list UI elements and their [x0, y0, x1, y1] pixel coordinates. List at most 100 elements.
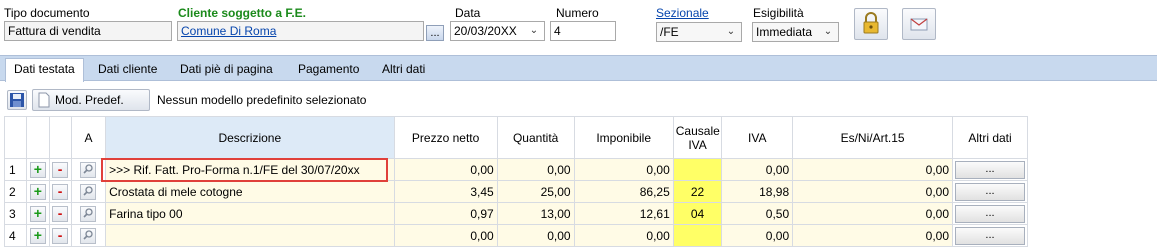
numero-field[interactable]: 4 — [550, 21, 616, 41]
cliente-link[interactable]: Comune Di Roma — [181, 24, 276, 38]
remove-row-button[interactable]: - — [48, 202, 72, 225]
cell-imponibile[interactable]: 0,00 — [573, 224, 674, 247]
sezionale-select[interactable]: /FE ⌄ — [656, 22, 742, 42]
cell-prezzo-netto[interactable]: 0,00 — [393, 224, 498, 247]
table-row[interactable]: 4 + -0,00 0,00 0,00 0,00 0,00... — [3, 224, 1028, 247]
cliente-browse-button[interactable]: ... — [426, 25, 444, 41]
chevron-down-icon[interactable]: ⌄ — [526, 24, 542, 38]
cell-iva[interactable]: 0,00 — [721, 158, 794, 181]
search-article-button[interactable] — [70, 202, 107, 225]
remove-row-button[interactable]: - — [48, 180, 72, 203]
cell-iva[interactable]: 18,98 — [721, 180, 794, 203]
col-header-imponibile[interactable]: Imponibile — [573, 116, 674, 159]
sezionale-link[interactable]: Sezionale — [656, 6, 709, 20]
chevron-down-icon[interactable]: ⌄ — [820, 25, 836, 39]
magnifier-icon — [80, 183, 97, 200]
cell-imponibile[interactable]: 0,00 — [573, 158, 674, 181]
data-field[interactable]: 20/03/20XX ⌄ — [450, 21, 545, 41]
tab-bar: Dati testata Dati cliente Dati piè di pa… — [0, 55, 1157, 82]
plus-icon: + — [29, 227, 46, 244]
righe-documento-grid: A Descrizione Prezzo netto Quantità Impo… — [3, 116, 1028, 247]
cell-quantita[interactable]: 25,00 — [496, 180, 575, 203]
cell-descrizione[interactable] — [105, 224, 395, 247]
cell-descrizione[interactable]: Crostata di mele cotogne — [105, 180, 395, 203]
cell-causale-iva[interactable] — [672, 224, 723, 247]
envelope-icon — [910, 18, 928, 31]
cell-quantita[interactable]: 13,00 — [496, 202, 575, 225]
remove-row-button[interactable]: - — [48, 158, 72, 181]
search-article-button[interactable] — [70, 158, 107, 181]
col-header-quantita[interactable]: Quantità — [496, 116, 575, 159]
tab-pagamento[interactable]: Pagamento — [290, 59, 367, 81]
esigibilita-select[interactable]: Immediata ⌄ — [752, 22, 839, 42]
cell-altri-dati: ... — [952, 180, 1028, 203]
cell-causale-iva[interactable]: 04 — [672, 202, 723, 225]
col-header-iva[interactable]: IVA — [721, 116, 794, 159]
cell-es-ni-art15[interactable]: 0,00 — [792, 224, 954, 247]
cell-iva[interactable]: 0,50 — [721, 202, 794, 225]
col-header-descrizione[interactable]: Descrizione — [105, 116, 395, 159]
mod-predef-button[interactable]: Mod. Predef. — [32, 89, 150, 111]
col-header-es-ni-art15[interactable]: Es/Ni/Art.15 — [792, 116, 954, 159]
cliente-label: Cliente soggetto a F.E. — [178, 6, 307, 20]
cell-es-ni-art15[interactable]: 0,00 — [792, 180, 954, 203]
minus-icon: - — [52, 205, 69, 222]
cell-es-ni-art15[interactable]: 0,00 — [792, 202, 954, 225]
tab-altri-dati[interactable]: Altri dati — [374, 59, 433, 81]
magnifier-icon — [80, 161, 97, 178]
mail-button[interactable] — [902, 8, 936, 40]
cell-descrizione[interactable]: Farina tipo 00 — [105, 202, 395, 225]
grid-toolbar: Mod. Predef. Nessun modello predefinito … — [0, 88, 700, 112]
cell-imponibile[interactable]: 12,61 — [573, 202, 674, 225]
add-row-button[interactable]: + — [26, 158, 50, 181]
cell-es-ni-art15[interactable]: 0,00 — [792, 158, 954, 181]
altri-dati-button[interactable]: ... — [955, 182, 1025, 201]
cell-causale-iva[interactable] — [672, 158, 723, 181]
cell-causale-iva[interactable]: 22 — [672, 180, 723, 203]
plus-icon: + — [29, 161, 46, 178]
magnifier-icon — [80, 227, 97, 244]
chevron-down-icon[interactable]: ⌄ — [723, 25, 739, 39]
cell-descrizione[interactable]: >>> Rif. Fatt. Pro-Forma n.1/FE del 30/0… — [105, 158, 395, 181]
cell-quantita[interactable]: 0,00 — [496, 224, 575, 247]
cliente-field[interactable]: Comune Di Roma — [177, 21, 424, 41]
search-article-button[interactable] — [70, 180, 107, 203]
altri-dati-button[interactable]: ... — [955, 204, 1025, 223]
search-article-button[interactable] — [70, 224, 107, 247]
table-row[interactable]: 1 + - >>> Rif. Fatt. Pro-Forma n.1/FE del 3… — [3, 158, 1028, 181]
cell-quantita[interactable]: 0,00 — [496, 158, 575, 181]
lock-button[interactable] — [854, 8, 888, 40]
remove-row-button[interactable]: - — [48, 224, 72, 247]
row-number: 1 — [3, 158, 28, 181]
table-row[interactable]: 3 + - Farina tipo 00 0,97 13,00 12,61 04 0,50 0,0… — [3, 202, 1028, 225]
tab-dati-pie-di-pagina[interactable]: Dati piè di pagina — [172, 59, 281, 81]
minus-icon: - — [52, 183, 69, 200]
esigibilita-value: Immediata — [756, 25, 813, 39]
cell-altri-dati: ... — [952, 224, 1028, 247]
save-button[interactable] — [7, 90, 27, 110]
add-row-button[interactable]: + — [26, 180, 50, 203]
col-header-causale-iva[interactable]: Causale IVA — [672, 116, 723, 159]
cell-imponibile[interactable]: 86,25 — [573, 180, 674, 203]
altri-dati-button[interactable]: ... — [955, 160, 1025, 179]
data-label: Data — [455, 6, 481, 20]
col-header-a[interactable]: A — [70, 116, 107, 159]
add-row-button[interactable]: + — [26, 202, 50, 225]
row-number: 4 — [3, 224, 28, 247]
col-header-prezzo-netto[interactable]: Prezzo netto — [393, 116, 498, 159]
tipo-documento-field[interactable]: Fattura di vendita — [4, 21, 172, 41]
cell-prezzo-netto[interactable]: 0,97 — [393, 202, 498, 225]
col-header-altri-dati[interactable]: Altri dati — [952, 116, 1028, 159]
tab-dati-cliente[interactable]: Dati cliente — [90, 59, 165, 81]
add-row-button[interactable]: + — [26, 224, 50, 247]
tab-dati-testata[interactable]: Dati testata — [5, 58, 84, 82]
sezionale-value: /FE — [660, 25, 679, 39]
cell-iva[interactable]: 0,00 — [721, 224, 794, 247]
magnifier-icon — [80, 205, 97, 222]
cell-prezzo-netto[interactable]: 3,45 — [393, 180, 498, 203]
cell-prezzo-netto[interactable]: 0,00 — [393, 158, 498, 181]
altri-dati-button[interactable]: ... — [955, 226, 1025, 245]
lock-icon — [863, 12, 879, 34]
table-row[interactable]: 2 + - Crostata di mele cotogne 3,45 25,00 86,2… — [3, 180, 1028, 203]
row-number: 3 — [3, 202, 28, 225]
